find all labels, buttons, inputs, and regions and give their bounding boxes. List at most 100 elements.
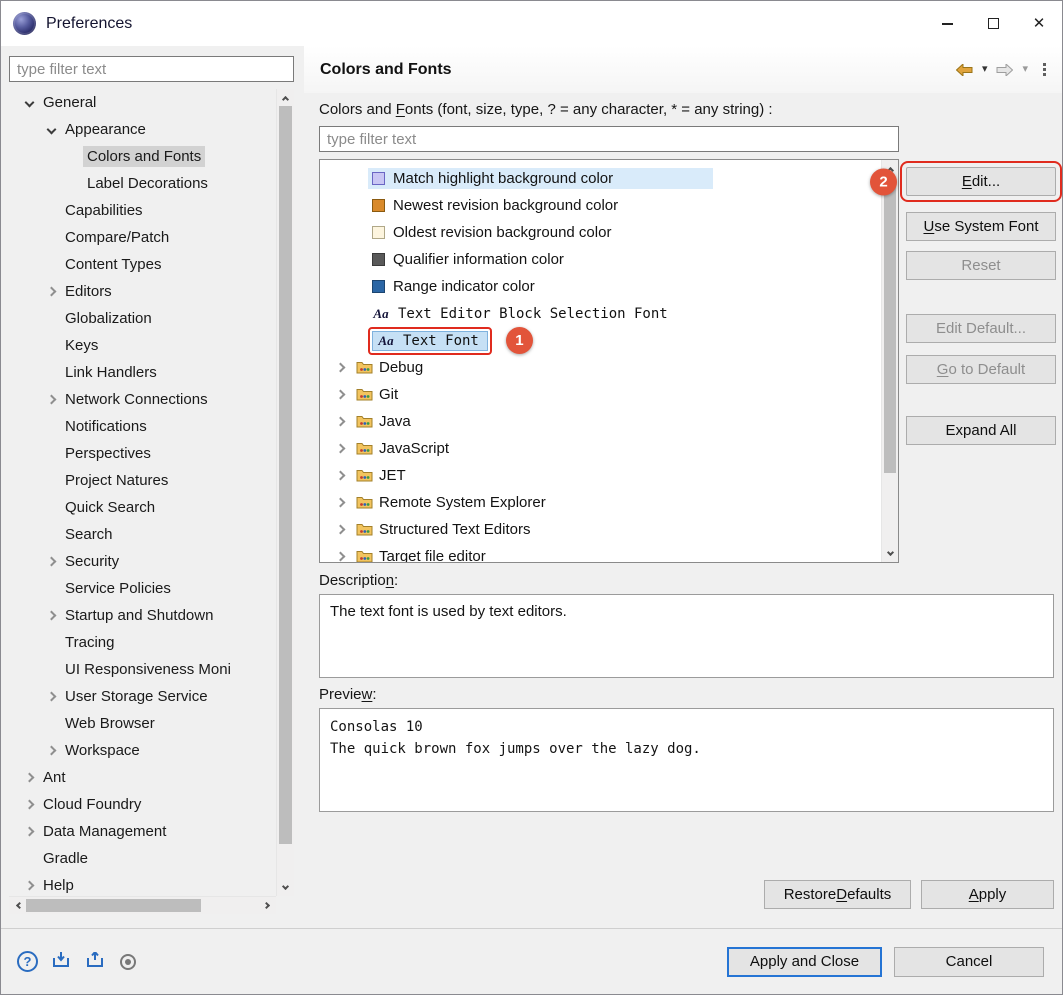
preference-recorder-icon[interactable] xyxy=(120,954,136,970)
tree-item-colors-and-fonts[interactable]: Colors and Fonts xyxy=(9,143,276,170)
tree-item-content-types[interactable]: Content Types xyxy=(9,251,276,278)
tree-horizontal-scrollbar[interactable] xyxy=(9,896,276,914)
tree-item-gradle[interactable]: Gradle xyxy=(9,845,276,872)
back-history-dropdown-icon[interactable]: ▾ xyxy=(982,64,988,75)
tree-filter-input[interactable] xyxy=(9,56,294,82)
tree-item-workspace[interactable]: Workspace xyxy=(9,737,276,764)
tree-item-project-natures[interactable]: Project Natures xyxy=(9,467,276,494)
export-preferences-icon[interactable] xyxy=(52,952,72,972)
chevron-collapsed-icon[interactable] xyxy=(41,602,61,629)
cancel-button[interactable]: Cancel xyxy=(894,947,1044,977)
tree-hscrollbar-thumb[interactable] xyxy=(26,899,201,912)
scroll-down-icon[interactable] xyxy=(882,545,898,562)
tree-item-help[interactable]: Help xyxy=(9,872,276,896)
use-system-font-button[interactable]: Use System Font xyxy=(906,212,1056,241)
list-scrollbar-thumb[interactable] xyxy=(884,177,896,473)
chevron-collapsed-icon[interactable] xyxy=(41,548,61,575)
maximize-button[interactable] xyxy=(970,1,1016,46)
chevron-collapsed-icon[interactable] xyxy=(330,408,350,435)
list-item-text-editor-block-selection-font[interactable]: AaText Editor Block Selection Font xyxy=(320,300,881,327)
tree-item-compare-patch[interactable]: Compare/Patch xyxy=(9,224,276,251)
list-item-git[interactable]: Git xyxy=(320,381,881,408)
close-button[interactable]: ✕ xyxy=(1016,1,1062,46)
help-icon[interactable]: ? xyxy=(17,951,38,972)
tree-item-capabilities[interactable]: Capabilities xyxy=(9,197,276,224)
eclipse-logo-icon[interactable] xyxy=(13,12,36,35)
tree-item-appearance[interactable]: Appearance xyxy=(9,116,276,143)
chevron-collapsed-icon[interactable] xyxy=(19,818,39,845)
tree-item-quick-search[interactable]: Quick Search xyxy=(9,494,276,521)
scroll-down-icon[interactable] xyxy=(277,879,294,896)
edit-button[interactable]: Edit... xyxy=(906,167,1056,196)
tree-scrollbar-thumb[interactable] xyxy=(279,106,292,844)
tree-item-notifications[interactable]: Notifications xyxy=(9,413,276,440)
tree-item-keys[interactable]: Keys xyxy=(9,332,276,359)
list-item-range-indicator-color[interactable]: Range indicator color xyxy=(320,273,881,300)
list-item-qualifier-information-color[interactable]: Qualifier information color xyxy=(320,246,881,273)
list-item-javascript[interactable]: JavaScript xyxy=(320,435,881,462)
tree-item-tracing[interactable]: Tracing xyxy=(9,629,276,656)
list-vertical-scrollbar[interactable] xyxy=(881,160,898,562)
list-item-jet[interactable]: JET xyxy=(320,462,881,489)
chevron-collapsed-icon[interactable] xyxy=(330,381,350,408)
list-filter-input[interactable] xyxy=(319,126,899,152)
tree-item-data-management[interactable]: Data Management xyxy=(9,818,276,845)
expand-all-button[interactable]: Expand All xyxy=(906,416,1056,445)
chevron-collapsed-icon[interactable] xyxy=(19,791,39,818)
chevron-collapsed-icon[interactable] xyxy=(41,278,61,305)
tree-item-security[interactable]: Security xyxy=(9,548,276,575)
tree-item-search[interactable]: Search xyxy=(9,521,276,548)
tree-item-label-decorations[interactable]: Label Decorations xyxy=(9,170,276,197)
tree-item-ui-responsiveness-moni[interactable]: UI Responsiveness Moni xyxy=(9,656,276,683)
tree-item-web-browser[interactable]: Web Browser xyxy=(9,710,276,737)
import-preferences-icon[interactable] xyxy=(86,952,106,972)
apply-button[interactable]: Apply xyxy=(921,880,1054,909)
scroll-right-icon[interactable] xyxy=(259,897,276,914)
chevron-collapsed-icon[interactable] xyxy=(41,737,61,764)
tree-item-editors[interactable]: Editors xyxy=(9,278,276,305)
list-item-remote-system-explorer[interactable]: Remote System Explorer xyxy=(320,489,881,516)
forward-arrow-icon[interactable] xyxy=(994,62,1015,78)
title-bar[interactable]: Preferences ✕ xyxy=(1,1,1062,46)
tree-item-globalization[interactable]: Globalization xyxy=(9,305,276,332)
apply-and-close-button[interactable]: Apply and Close xyxy=(727,947,882,977)
reset-button[interactable]: Reset xyxy=(906,251,1056,280)
back-arrow-icon[interactable] xyxy=(954,62,975,78)
chevron-expanded-icon[interactable] xyxy=(19,89,39,116)
go-to-default-button[interactable]: Go to Default xyxy=(906,355,1056,384)
tree-item-ant[interactable]: Ant xyxy=(9,764,276,791)
tree-item-perspectives[interactable]: Perspectives xyxy=(9,440,276,467)
list-item-text-font[interactable]: AaText Font1 xyxy=(320,327,881,354)
forward-history-dropdown-icon[interactable]: ▾ xyxy=(1022,64,1028,75)
minimize-button[interactable] xyxy=(924,1,970,46)
chevron-expanded-icon[interactable] xyxy=(41,116,61,143)
tree-item-service-policies[interactable]: Service Policies xyxy=(9,575,276,602)
list-item-match-highlight-background-color[interactable]: Match highlight background color xyxy=(320,165,881,192)
restore-defaults-button[interactable]: Restore Defaults xyxy=(764,880,911,909)
chevron-collapsed-icon[interactable] xyxy=(330,489,350,516)
chevron-collapsed-icon[interactable] xyxy=(41,386,61,413)
tree-item-user-storage-service[interactable]: User Storage Service xyxy=(9,683,276,710)
tree-item-cloud-foundry[interactable]: Cloud Foundry xyxy=(9,791,276,818)
chevron-collapsed-icon[interactable] xyxy=(330,435,350,462)
tree-item-general[interactable]: General xyxy=(9,89,276,116)
chevron-collapsed-icon[interactable] xyxy=(19,764,39,791)
list-item-newest-revision-background-color[interactable]: Newest revision background color xyxy=(320,192,881,219)
chevron-collapsed-icon[interactable] xyxy=(19,872,39,896)
view-menu-icon[interactable] xyxy=(1041,61,1048,78)
tree-item-network-connections[interactable]: Network Connections xyxy=(9,386,276,413)
list-item-java[interactable]: Java xyxy=(320,408,881,435)
chevron-collapsed-icon[interactable] xyxy=(330,516,350,543)
tree-item-startup-and-shutdown[interactable]: Startup and Shutdown xyxy=(9,602,276,629)
chevron-collapsed-icon[interactable] xyxy=(330,543,350,562)
scroll-up-icon[interactable] xyxy=(277,89,294,106)
list-item-debug[interactable]: Debug xyxy=(320,354,881,381)
list-item-structured-text-editors[interactable]: Structured Text Editors xyxy=(320,516,881,543)
chevron-collapsed-icon[interactable] xyxy=(330,354,350,381)
list-item-target-file-editor[interactable]: Target file editor xyxy=(320,543,881,562)
list-item-oldest-revision-background-color[interactable]: Oldest revision background color xyxy=(320,219,881,246)
chevron-collapsed-icon[interactable] xyxy=(41,683,61,710)
tree-vertical-scrollbar[interactable] xyxy=(276,89,294,896)
scroll-left-icon[interactable] xyxy=(9,897,26,914)
edit-default-button[interactable]: Edit Default... xyxy=(906,314,1056,343)
